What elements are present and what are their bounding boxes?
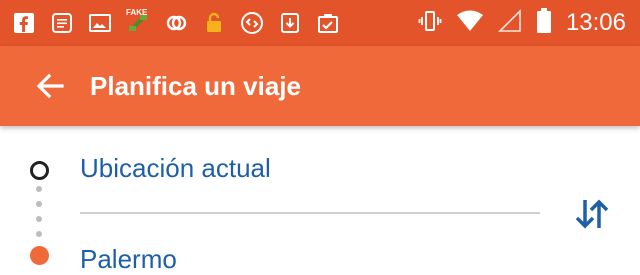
origin-marker-icon [30, 161, 49, 180]
fake-gps-icon: FAKE [126, 8, 150, 35]
status-bar: FAKE 13:06 [0, 0, 640, 46]
arrow-back-icon [36, 73, 64, 99]
route-connector-dot [36, 201, 42, 207]
swap-route-button[interactable] [570, 192, 614, 236]
facebook-icon [12, 11, 36, 35]
app-bar: Planifica un viaje [0, 46, 640, 126]
fake-label: FAKE [126, 8, 148, 17]
notification-icons: FAKE [0, 8, 340, 35]
lock-icon [202, 11, 226, 35]
route-connector-dot [36, 216, 42, 222]
image-icon [88, 11, 112, 35]
page-title: Planifica un viaje [90, 70, 301, 101]
shazam-icon [240, 11, 264, 35]
clock: 13:06 [565, 9, 626, 36]
clipboard-check-icon [316, 11, 340, 35]
back-button[interactable] [26, 62, 74, 110]
route-connector-dot [36, 231, 42, 237]
destination-field[interactable]: Palermo [80, 244, 177, 275]
route-planner: Ubicación actual Palermo [0, 126, 640, 274]
signal-icon [498, 8, 522, 38]
link-icon [164, 11, 188, 35]
origin-field[interactable]: Ubicación actual [80, 153, 271, 184]
destination-marker-icon [30, 246, 49, 265]
wifi-icon [456, 9, 484, 38]
swap-vertical-icon [575, 199, 609, 229]
field-divider [80, 212, 540, 214]
battery-icon [536, 7, 552, 39]
vibrate-icon [418, 9, 442, 38]
download-icon [278, 11, 302, 35]
route-connector-dot [36, 186, 42, 192]
system-indicators: 13:06 [418, 7, 640, 39]
message-icon [50, 11, 74, 35]
